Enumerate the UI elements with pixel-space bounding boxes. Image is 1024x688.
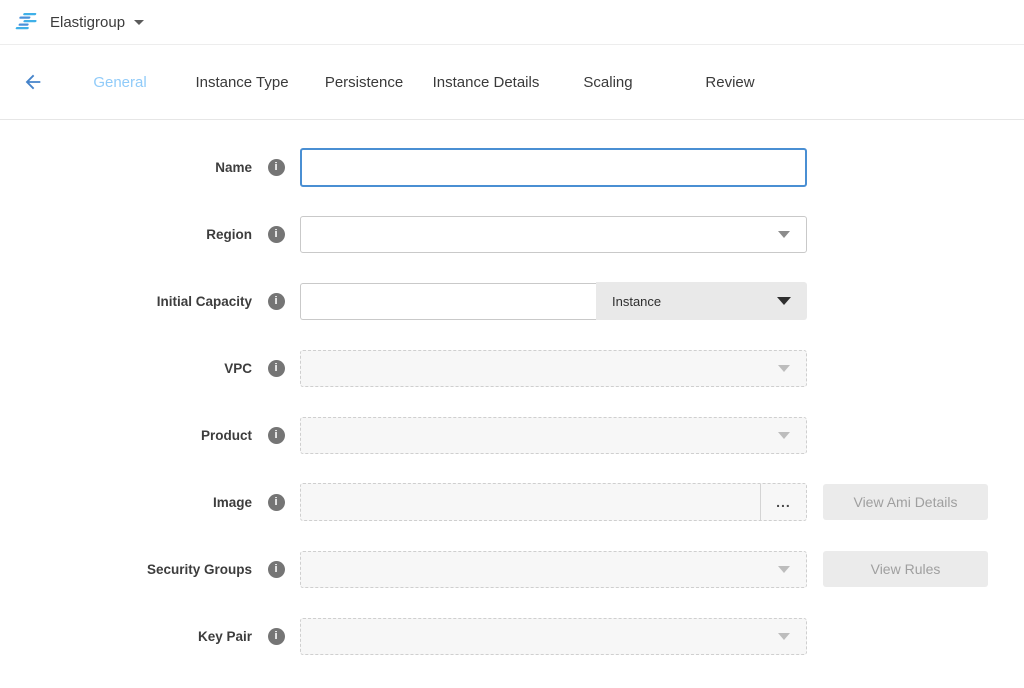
product-row: Product: [0, 416, 1024, 454]
capacity-unit-value: Instance: [612, 294, 661, 309]
tab-general[interactable]: General: [59, 74, 181, 91]
product-label: Product: [0, 428, 252, 443]
region-select[interactable]: [300, 216, 807, 253]
image-browse-button[interactable]: ...: [760, 484, 806, 520]
caret-down-icon: [778, 432, 790, 439]
caret-down-icon: [778, 566, 790, 573]
security-groups-row: Security Groups View Rules: [0, 550, 1024, 588]
info-icon[interactable]: [268, 427, 285, 444]
vpc-label: VPC: [0, 361, 252, 376]
tab-instance-details[interactable]: Instance Details: [425, 74, 547, 91]
security-groups-label: Security Groups: [0, 562, 252, 577]
key-pair-row: Key Pair: [0, 617, 1024, 655]
name-input[interactable]: [300, 148, 807, 187]
security-groups-select: [300, 551, 807, 588]
elastigroup-logo-icon: [15, 11, 41, 33]
image-field: ...: [300, 483, 807, 521]
view-rules-button[interactable]: View Rules: [823, 551, 988, 587]
product-select: [300, 417, 807, 454]
key-pair-label: Key Pair: [0, 629, 252, 644]
app-switcher-caret-icon[interactable]: [134, 20, 144, 25]
info-icon[interactable]: [268, 628, 285, 645]
info-icon[interactable]: [268, 226, 285, 243]
key-pair-select: [300, 618, 807, 655]
tab-review[interactable]: Review: [669, 74, 791, 91]
app-title[interactable]: Elastigroup: [50, 14, 125, 31]
vpc-row: VPC: [0, 349, 1024, 387]
image-label: Image: [0, 495, 252, 510]
app-header: Elastigroup: [0, 0, 1024, 45]
general-settings-form: Name Region Initial Capacity Instance VP…: [0, 120, 1024, 655]
info-icon[interactable]: [268, 293, 285, 310]
capacity-unit-select[interactable]: Instance: [596, 282, 807, 320]
region-row: Region: [0, 215, 1024, 253]
name-row: Name: [0, 148, 1024, 186]
image-row: Image ... View Ami Details: [0, 483, 1024, 521]
tab-scaling[interactable]: Scaling: [547, 74, 669, 91]
info-icon[interactable]: [268, 159, 285, 176]
caret-down-icon: [777, 297, 791, 305]
info-icon[interactable]: [268, 494, 285, 511]
caret-down-icon: [778, 365, 790, 372]
info-icon[interactable]: [268, 561, 285, 578]
back-arrow-icon[interactable]: [22, 71, 44, 93]
info-icon[interactable]: [268, 360, 285, 377]
initial-capacity-row: Initial Capacity Instance: [0, 282, 1024, 320]
region-label: Region: [0, 227, 252, 242]
caret-down-icon: [778, 633, 790, 640]
vpc-select: [300, 350, 807, 387]
tab-persistence[interactable]: Persistence: [303, 74, 425, 91]
wizard-tab-bar: General Instance Type Persistence Instan…: [0, 45, 1024, 120]
image-value: [301, 484, 760, 520]
initial-capacity-input[interactable]: [300, 283, 596, 320]
initial-capacity-label: Initial Capacity: [0, 294, 252, 309]
view-ami-details-button[interactable]: View Ami Details: [823, 484, 988, 520]
name-label: Name: [0, 160, 252, 175]
tab-instance-type[interactable]: Instance Type: [181, 74, 303, 91]
caret-down-icon: [778, 231, 790, 238]
